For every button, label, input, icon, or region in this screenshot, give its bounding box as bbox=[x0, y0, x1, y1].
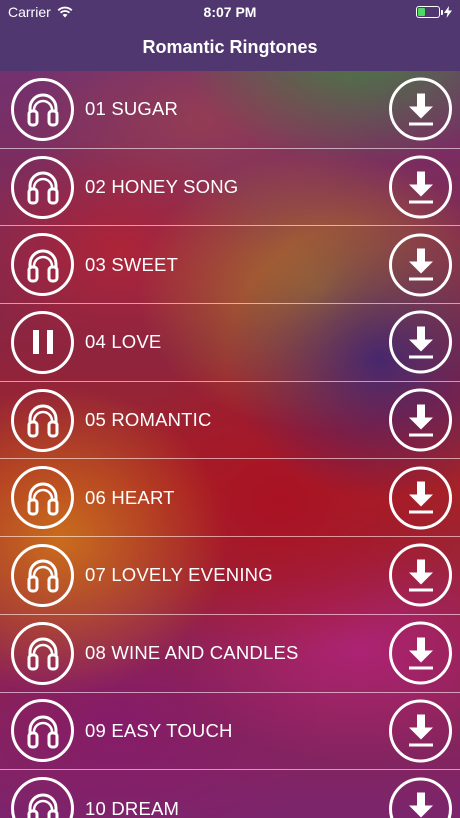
headphones-icon bbox=[23, 89, 63, 129]
download-icon bbox=[404, 557, 438, 593]
track-title: 08 WINE AND CANDLES bbox=[85, 642, 299, 664]
headphones-icon bbox=[23, 789, 63, 818]
ringtone-list[interactable]: 01 SUGAR 02 HONEY SONG 03 SWEET 04 LOVE 05 R… bbox=[0, 71, 460, 818]
play-button[interactable] bbox=[11, 621, 74, 685]
headphones-icon bbox=[23, 633, 63, 673]
download-button[interactable] bbox=[389, 233, 452, 297]
list-item[interactable]: 02 HONEY SONG bbox=[0, 148, 460, 227]
headphones-icon bbox=[23, 711, 63, 751]
status-left: Carrier bbox=[8, 4, 73, 20]
list-item[interactable]: 10 DREAM bbox=[0, 770, 460, 818]
list-item[interactable]: 05 ROMANTIC bbox=[0, 381, 460, 460]
list-item[interactable]: 07 LOVELY EVENING bbox=[0, 537, 460, 615]
list-item[interactable]: 09 EASY TOUCH bbox=[0, 692, 460, 771]
play-button[interactable] bbox=[11, 466, 74, 530]
play-button[interactable] bbox=[11, 388, 74, 452]
track-title: 02 HONEY SONG bbox=[85, 176, 239, 198]
status-bar: Carrier 8:07 PM bbox=[0, 0, 460, 24]
bolt-icon bbox=[444, 6, 452, 18]
track-title: 06 HEART bbox=[85, 486, 175, 508]
track-title: 07 LOVELY EVENING bbox=[85, 564, 273, 586]
headphones-icon bbox=[23, 400, 63, 440]
headphones-icon bbox=[23, 478, 63, 518]
wifi-icon bbox=[57, 6, 73, 18]
page-title: Romantic Ringtones bbox=[142, 37, 318, 57]
download-icon bbox=[404, 324, 438, 360]
pause-icon bbox=[28, 327, 58, 357]
list-item[interactable]: 08 WINE AND CANDLES bbox=[0, 614, 460, 693]
download-button[interactable] bbox=[389, 77, 452, 141]
list-item[interactable]: 03 SWEET bbox=[0, 226, 460, 305]
list-item[interactable]: 04 LOVE bbox=[0, 304, 460, 382]
battery-icon bbox=[416, 6, 443, 18]
status-right bbox=[416, 6, 452, 18]
track-title: 05 ROMANTIC bbox=[85, 409, 212, 431]
headphones-icon bbox=[23, 245, 63, 285]
navigation-bar: Romantic Ringtones bbox=[0, 24, 460, 71]
track-title: 01 SUGAR bbox=[85, 98, 179, 120]
play-button[interactable] bbox=[11, 233, 74, 297]
play-button[interactable] bbox=[11, 699, 74, 763]
track-title: 04 LOVE bbox=[85, 331, 162, 353]
pause-button[interactable] bbox=[11, 310, 74, 374]
track-title: 03 SWEET bbox=[85, 253, 179, 275]
download-button[interactable] bbox=[389, 155, 452, 219]
download-icon bbox=[404, 713, 438, 749]
track-title: 10 DREAM bbox=[85, 797, 180, 818]
download-button[interactable] bbox=[389, 466, 452, 530]
battery-fill bbox=[418, 8, 425, 16]
track-title: 09 EASY TOUCH bbox=[85, 719, 233, 741]
download-button[interactable] bbox=[389, 543, 452, 607]
download-button[interactable] bbox=[389, 621, 452, 685]
carrier-label: Carrier bbox=[8, 4, 51, 20]
list-item[interactable]: 06 HEART bbox=[0, 459, 460, 538]
download-icon bbox=[404, 402, 438, 438]
download-button[interactable] bbox=[389, 699, 452, 763]
list-item[interactable]: 01 SUGAR bbox=[0, 71, 460, 149]
download-icon bbox=[404, 635, 438, 671]
download-icon bbox=[404, 91, 438, 127]
play-button[interactable] bbox=[11, 77, 74, 141]
download-icon bbox=[404, 791, 438, 818]
download-button[interactable] bbox=[389, 310, 452, 374]
play-button[interactable] bbox=[11, 543, 74, 607]
download-icon bbox=[404, 247, 438, 283]
headphones-icon bbox=[23, 167, 63, 207]
play-button[interactable] bbox=[11, 155, 74, 219]
download-icon bbox=[404, 480, 438, 516]
headphones-icon bbox=[23, 555, 63, 595]
download-button[interactable] bbox=[389, 388, 452, 452]
download-icon bbox=[404, 169, 438, 205]
